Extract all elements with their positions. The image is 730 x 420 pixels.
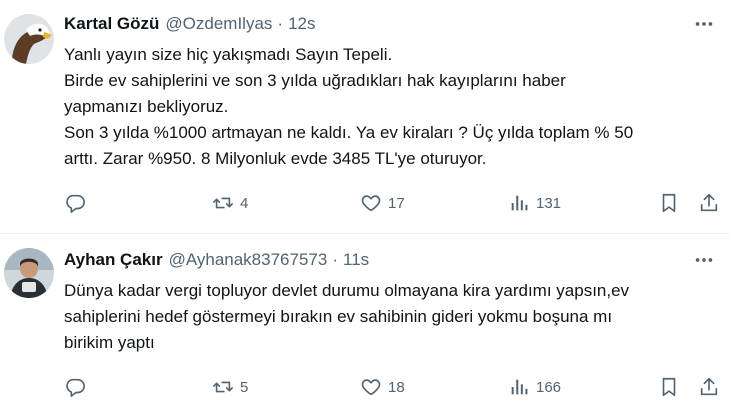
tweet-2[interactable]: Ayhan Çakır @Ayhanak83767573 · 11s Dünya… <box>0 234 730 420</box>
reply-icon <box>66 194 85 213</box>
tweet-header: Ayhan Çakır @Ayhanak83767573 · 11s <box>64 248 369 272</box>
tweet-text-line: Yanlı yayın size hiç yakışmadı Sayın Tep… <box>64 45 393 64</box>
reply-button[interactable] <box>64 372 86 402</box>
user-handle[interactable]: @Ayhanak83767573 <box>169 250 328 270</box>
views-count: 166 <box>536 378 562 396</box>
retweet-button[interactable]: 5 <box>212 372 248 402</box>
tweet-text-line: Son 3 yılda %1000 artmayan ne kaldı. Ya … <box>64 123 634 142</box>
action-bar: 4 17 131 <box>64 188 730 218</box>
tweet-text: Yanlı yayın size hiç yakışmadı Sayın Tep… <box>64 42 720 172</box>
tweet-text-line: arttı. Zarar %950. 8 Milyonluk evde 3485… <box>64 149 487 168</box>
tweet-text-line: birikim yaptı <box>64 333 155 352</box>
like-button[interactable]: 18 <box>360 372 405 402</box>
like-icon <box>361 379 381 396</box>
share-button[interactable] <box>698 372 720 402</box>
avatar[interactable] <box>4 248 54 298</box>
user-avatar <box>4 248 54 298</box>
like-count: 18 <box>388 378 405 396</box>
separator-dot: · <box>332 250 338 269</box>
share-button[interactable] <box>698 188 720 218</box>
more-icon[interactable] <box>690 12 718 36</box>
bookmark-button[interactable] <box>658 372 680 402</box>
tweet-text-line: sahiplerini hedef göstermeyi bırakın ev … <box>64 307 613 326</box>
like-count: 17 <box>388 194 405 212</box>
retweet-count: 5 <box>240 378 249 396</box>
tweet-header: Kartal Gözü @OzdemIlyas · 12s <box>64 12 316 36</box>
views-button[interactable]: 166 <box>508 372 561 402</box>
eagle-avatar <box>4 14 54 64</box>
views-count: 131 <box>536 194 562 212</box>
reply-button[interactable] <box>64 188 86 218</box>
tweet-1[interactable]: Kartal Gözü @OzdemIlyas · 12s Yanlı yayı… <box>0 0 730 234</box>
tweet-text-line: Birde ev sahiplerini ve son 3 yılda uğra… <box>64 71 566 90</box>
share-icon <box>700 377 718 396</box>
user-handle[interactable]: @OzdemIlyas <box>165 14 272 34</box>
avatar[interactable] <box>4 14 54 64</box>
display-name[interactable]: Kartal Gözü <box>64 14 159 34</box>
timestamp[interactable]: 12s <box>288 14 315 34</box>
like-icon <box>361 195 381 212</box>
reply-icon <box>66 378 85 397</box>
bookmark-icon <box>662 193 676 213</box>
retweet-icon <box>213 197 233 209</box>
share-icon <box>700 193 718 212</box>
tweet-text-line: yapmanızı bekliyoruz. <box>64 97 229 116</box>
more-icon[interactable] <box>690 248 718 272</box>
like-button[interactable]: 17 <box>360 188 405 218</box>
views-button[interactable]: 131 <box>508 188 561 218</box>
action-bar: 5 18 166 <box>64 372 730 402</box>
bookmark-icon <box>662 377 676 397</box>
retweet-icon <box>213 381 233 393</box>
tweet-text-line: Dünya kadar vergi topluyor devlet durumu… <box>64 281 630 300</box>
timestamp[interactable]: 11s <box>343 250 369 270</box>
retweet-button[interactable]: 4 <box>212 188 248 218</box>
bookmark-button[interactable] <box>658 188 680 218</box>
views-icon <box>511 379 528 395</box>
display-name[interactable]: Ayhan Çakır <box>64 250 163 270</box>
views-icon <box>511 195 528 211</box>
separator-dot: · <box>277 14 284 33</box>
tweet-text: Dünya kadar vergi topluyor devlet durumu… <box>64 278 720 356</box>
retweet-count: 4 <box>240 194 249 212</box>
